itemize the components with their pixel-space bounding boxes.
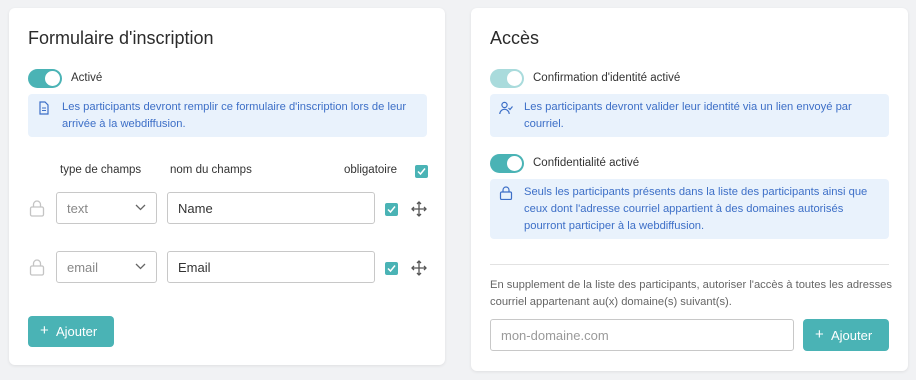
- access-title: Accès: [490, 28, 540, 48]
- field-required-checkbox[interactable]: [385, 203, 398, 216]
- field-type-select[interactable]: email: [56, 251, 157, 283]
- identity-confirmation-label: Confirmation d'identité activé: [533, 72, 681, 84]
- privacy-info-box: Seuls les participants présents dans la …: [490, 179, 889, 239]
- add-field-button[interactable]: + Ajouter: [28, 316, 114, 347]
- privacy-toggle-label: Confidentialité activé: [533, 157, 640, 169]
- field-type-value: text: [67, 201, 88, 216]
- access-card: Accès Confirmation d'identité activé Les…: [471, 8, 908, 371]
- identity-info-text: Les participants devront valider leur id…: [524, 101, 852, 130]
- domain-note: En supplement de la liste des participan…: [490, 279, 892, 308]
- field-type-select[interactable]: text: [56, 192, 157, 224]
- lock-icon: [499, 186, 513, 200]
- registration-info-box: Les participants devront remplir ce form…: [28, 94, 427, 137]
- registration-toggle[interactable]: [28, 69, 62, 88]
- move-handle-icon[interactable]: [411, 260, 427, 276]
- move-handle-icon[interactable]: [411, 201, 427, 217]
- domain-input[interactable]: mon-domaine.com: [490, 319, 794, 351]
- registration-form-card: Formulaire d'inscription Activé Les part…: [9, 8, 445, 365]
- registration-toggle-label: Activé: [71, 72, 103, 84]
- chevron-down-icon: [135, 204, 146, 211]
- privacy-toggle[interactable]: [490, 154, 524, 173]
- chevron-down-icon: [135, 263, 146, 270]
- privacy-info-text: Seuls les participants présents dans la …: [524, 186, 868, 232]
- column-header-name: nom du champs: [170, 164, 252, 176]
- plus-icon: +: [815, 326, 824, 343]
- column-header-type: type de champs: [60, 164, 142, 176]
- user-check-icon: [499, 101, 513, 115]
- registration-info-text: Les participants devront remplir ce form…: [62, 101, 407, 130]
- add-domain-button[interactable]: + Ajouter: [803, 319, 889, 351]
- identity-info-box: Les participants devront valider leur id…: [490, 94, 889, 137]
- required-all-checkbox[interactable]: [415, 165, 428, 178]
- field-type-value: email: [67, 260, 99, 275]
- field-name-value: Email: [178, 260, 211, 275]
- column-header-required: obligatoire: [344, 164, 398, 176]
- lock-icon: [29, 200, 45, 217]
- field-name-input[interactable]: Email: [167, 251, 375, 283]
- divider: [490, 264, 889, 265]
- add-field-button-label: Ajouter: [56, 324, 98, 339]
- field-name-input[interactable]: Name: [167, 192, 375, 224]
- lock-icon: [29, 259, 45, 276]
- identity-confirmation-toggle[interactable]: [490, 69, 524, 88]
- document-icon: [39, 101, 49, 115]
- field-required-checkbox[interactable]: [385, 262, 398, 275]
- add-domain-button-label: Ajouter: [831, 328, 873, 343]
- domain-input-placeholder: mon-domaine.com: [501, 328, 609, 343]
- plus-icon: +: [40, 322, 49, 339]
- registration-form-title: Formulaire d'inscription: [28, 28, 214, 48]
- field-name-value: Name: [178, 201, 213, 216]
